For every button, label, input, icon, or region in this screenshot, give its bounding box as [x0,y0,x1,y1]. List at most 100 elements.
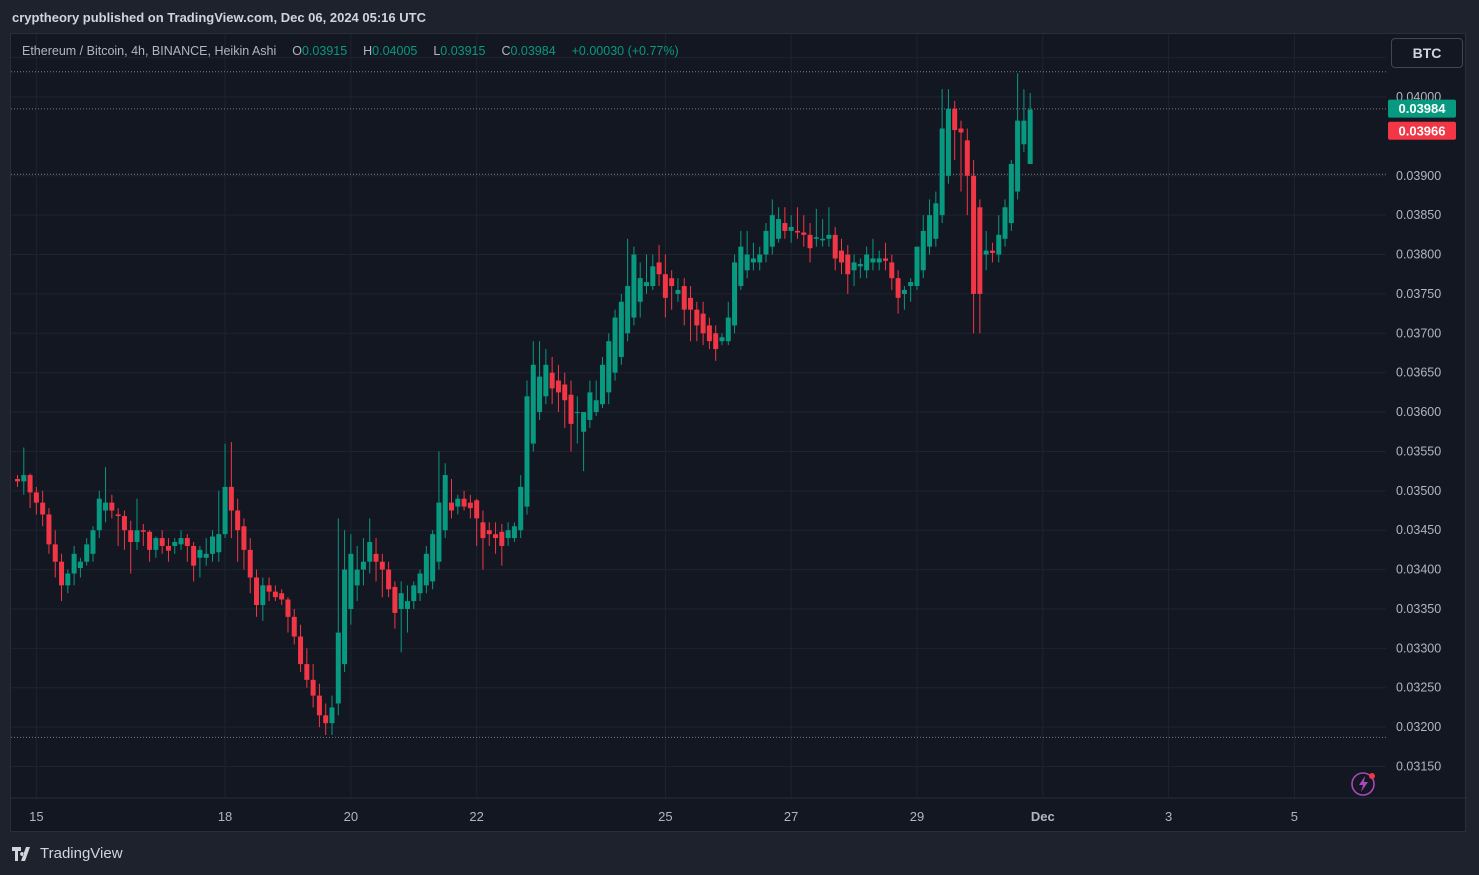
candle-body[interactable] [851,262,857,271]
candle-body[interactable] [474,500,480,519]
footer-brand[interactable]: TradingView [12,845,123,862]
candle-body[interactable] [750,258,756,263]
candle-body[interactable] [417,573,423,594]
candle-body[interactable] [826,234,832,239]
candle-body[interactable] [147,531,153,550]
candle-body[interactable] [335,632,341,704]
candle-body[interactable] [870,258,876,263]
candle-body[interactable] [486,530,492,535]
candle-body[interactable] [254,577,260,606]
candle-body[interactable] [518,486,524,531]
candle-body[interactable] [700,313,706,334]
candle-body[interactable] [140,530,146,532]
candle-body[interactable] [706,325,712,342]
candle-body[interactable] [971,175,977,294]
candle-body[interactable] [832,234,838,259]
candle-body[interactable] [128,530,134,543]
candle-body[interactable] [838,250,844,263]
candle-body[interactable] [606,341,612,393]
candle-body[interactable] [379,561,385,570]
candle-body[interactable] [908,282,914,287]
candle-body[interactable] [21,475,27,482]
candlestick-chart[interactable]: 0.040500.040000.039000.038500.038000.037… [11,34,1467,833]
candle-body[interactable] [178,538,184,545]
candle-body[interactable] [304,664,310,680]
candle-body[interactable] [996,234,1002,255]
candle-body[interactable] [644,282,649,287]
candle-body[interactable] [373,553,379,562]
candle-body[interactable] [480,522,486,539]
candle-body[interactable] [71,553,77,574]
candle-body[interactable] [876,258,882,263]
candle-body[interactable] [499,531,505,546]
candle-body[interactable] [115,514,121,517]
candle-body[interactable] [813,237,819,239]
candle-body[interactable] [901,289,907,294]
candle-body[interactable] [738,246,744,287]
candle-body[interactable] [342,569,348,665]
candle-body[interactable] [203,553,209,558]
candle-body[interactable] [581,412,587,432]
candle-body[interactable] [757,254,763,263]
candle-body[interactable] [33,492,39,503]
candle-body[interactable] [656,262,662,275]
candle-body[interactable] [769,215,775,247]
candle-body[interactable] [134,530,140,543]
candle-body[interactable] [266,585,272,592]
candle-body[interactable] [669,278,675,287]
candle-body[interactable] [939,128,945,216]
candle-body[interactable] [945,108,951,176]
candle-body[interactable] [637,278,643,302]
candle-body[interactable] [90,530,96,554]
candle-body[interactable] [159,538,165,546]
candle-body[interactable] [688,297,694,310]
candle-body[interactable] [549,372,555,389]
candle-body[interactable] [109,502,115,511]
candle-body[interactable] [247,549,253,578]
candle-body[interactable] [543,364,549,397]
candle-body[interactable] [562,384,568,401]
candle-body[interactable] [681,286,687,310]
candle-body[interactable] [631,254,637,318]
candle-body[interactable] [1021,120,1027,145]
candle-body[interactable] [65,573,71,586]
candle-body[interactable] [889,262,895,279]
candle-body[interactable] [763,230,769,255]
candle-body[interactable] [555,380,561,393]
candle-body[interactable] [895,278,901,298]
candle-body[interactable] [1027,109,1033,164]
candle-body[interactable] [725,317,731,342]
candle-body[interactable] [329,707,335,724]
candle-body[interactable] [857,263,863,267]
candle-body[interactable] [310,679,316,696]
candle-body[interactable] [442,475,448,531]
candle-body[interactable] [228,486,234,511]
candle-body[interactable] [323,715,329,724]
candle-body[interactable] [423,553,429,586]
candle-body[interactable] [883,258,889,261]
candle-body[interactable] [398,593,404,609]
candle-body[interactable] [40,502,46,515]
candle-body[interactable] [165,545,171,551]
candle-body[interactable] [794,230,800,233]
candle-body[interactable] [650,266,656,287]
candle-body[interactable] [864,254,870,271]
candle-body[interactable] [694,309,700,326]
candle-body[interactable] [801,232,807,235]
candle-body[interactable] [360,561,366,570]
candle-body[interactable] [713,333,719,350]
candle-body[interactable] [964,140,970,176]
candle-body[interactable] [612,317,618,373]
candle-body[interactable] [675,289,681,294]
currency-button[interactable]: BTC [1391,38,1463,68]
candle-body[interactable] [983,250,989,255]
candle-body[interactable] [367,542,373,562]
candle-body[interactable] [807,234,813,249]
candle-body[interactable] [524,396,530,507]
candle-body[interactable] [914,246,920,287]
candle-body[interactable] [52,544,58,562]
candle-body[interactable] [625,286,631,334]
candle-body[interactable] [530,364,536,444]
candle-body[interactable] [1002,207,1008,239]
candle-body[interactable] [927,215,933,247]
